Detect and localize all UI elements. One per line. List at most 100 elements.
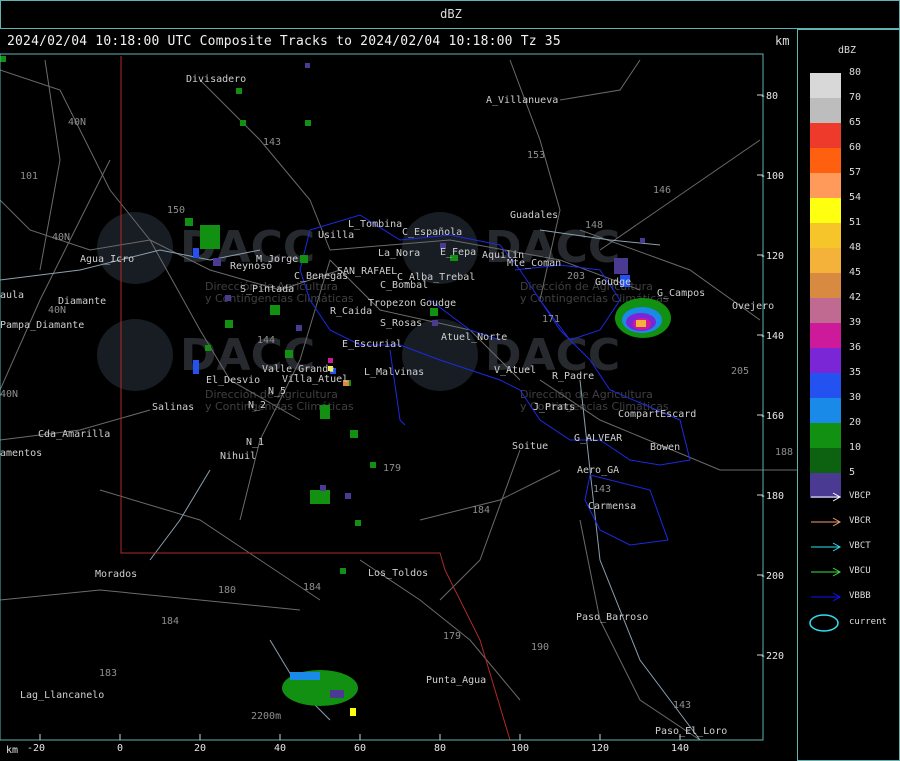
svg-text:Goudge: Goudge — [420, 298, 456, 309]
legend-level-label: 70 — [849, 92, 862, 103]
legend-level-label: 65 — [849, 117, 862, 128]
svg-text:2200m: 2200m — [251, 711, 281, 722]
svg-text:L_Tombina: L_Tombina — [348, 219, 402, 230]
svg-text:Goudge: Goudge — [595, 277, 631, 288]
svg-text:Lag_Llancanelo: Lag_Llancanelo — [20, 690, 104, 701]
legend-level-label: 10 — [849, 442, 862, 453]
radar-map[interactable]: DACC Dirección de Agricultura y Continge… — [0, 29, 798, 761]
svg-text:Salinas: Salinas — [152, 402, 194, 413]
legend-level-label: 36 — [849, 342, 862, 353]
track-arrow-icon — [811, 567, 842, 577]
svg-text:184: 184 — [303, 582, 321, 593]
y-tick-label: -180 — [760, 491, 784, 502]
x-tick-label: 20 — [194, 743, 206, 754]
svg-text:L_Malvinas: L_Malvinas — [364, 367, 424, 378]
y-tick-label: -220 — [760, 651, 784, 662]
x-tick-label: 40 — [274, 743, 286, 754]
svg-text:143: 143 — [673, 700, 691, 711]
legend-level-label: 35 — [849, 367, 862, 378]
svg-text:Mte_Coman: Mte_Coman — [507, 258, 561, 269]
svg-text:aula: aula — [0, 290, 24, 301]
svg-text:C_Bombal: C_Bombal — [380, 280, 428, 291]
svg-text:Bowen: Bowen — [650, 442, 680, 453]
svg-text:190: 190 — [531, 642, 549, 653]
legend-level-label: 39 — [849, 317, 862, 328]
legend-swatch — [810, 98, 841, 123]
y-tick-label: -120 — [760, 251, 784, 262]
legend-level-label: 30 — [849, 392, 862, 403]
svg-text:180: 180 — [218, 585, 236, 596]
svg-text:Pampa_Diamante: Pampa_Diamante — [0, 320, 84, 331]
legend-title: dBZ — [838, 45, 857, 56]
svg-text:205: 205 — [731, 366, 749, 377]
svg-text:Tropezon: Tropezon — [368, 298, 416, 309]
svg-text:179: 179 — [443, 631, 461, 642]
km-unit-label: km — [775, 34, 790, 48]
svg-text:Aero_GA: Aero_GA — [577, 465, 619, 476]
svg-text:144: 144 — [257, 335, 275, 346]
svg-text:R_Caida: R_Caida — [330, 306, 372, 317]
svg-text:143: 143 — [263, 137, 281, 148]
current-label: current — [849, 617, 887, 627]
y-tick-label: -160 — [760, 411, 784, 422]
svg-text:G_Campos: G_Campos — [657, 288, 705, 299]
x-tick-label: -20 — [27, 743, 45, 754]
svg-text:153: 153 — [527, 150, 545, 161]
track-label: VBCT — [849, 541, 871, 551]
svg-text:Ovejero: Ovejero — [732, 301, 774, 312]
svg-text:40N: 40N — [52, 232, 70, 243]
svg-text:J_Prats: J_Prats — [533, 402, 575, 413]
legend-swatch — [810, 173, 841, 198]
svg-text:40N: 40N — [68, 117, 86, 128]
legend-swatch — [810, 73, 841, 98]
legend-swatch — [810, 448, 841, 473]
window-title-bar: dBZ — [0, 0, 900, 29]
svg-text:Villa_Atuel: Villa_Atuel — [282, 374, 348, 385]
svg-text:A_Villanueva: A_Villanueva — [486, 95, 558, 106]
svg-text:179: 179 — [383, 463, 401, 474]
svg-text:S_Pintada: S_Pintada — [240, 284, 294, 295]
legend-swatch — [810, 273, 841, 298]
y-tick-label: -140 — [760, 331, 784, 342]
svg-text:CompartEscard: CompartEscard — [618, 409, 696, 420]
svg-text:184: 184 — [161, 616, 179, 627]
legend-level-label: 42 — [849, 292, 862, 303]
svg-text:143: 143 — [593, 484, 611, 495]
svg-text:Usilla: Usilla — [318, 230, 354, 241]
track-arrow-icon — [811, 492, 842, 502]
legend-level-label: 57 — [849, 167, 862, 178]
legend-level-label: 20 — [849, 417, 862, 428]
legend-swatch — [810, 248, 841, 273]
svg-text:N_2: N_2 — [248, 400, 266, 411]
current-cell-icon — [809, 614, 839, 632]
svg-text:40N: 40N — [0, 389, 18, 400]
svg-text:Diamante: Diamante — [58, 296, 106, 307]
svg-text:C_Española: C_Española — [402, 227, 462, 238]
svg-text:amentos: amentos — [0, 448, 42, 459]
svg-text:Agua_Icro: Agua_Icro — [80, 254, 134, 265]
track-label: VBCU — [849, 566, 871, 576]
svg-text:183: 183 — [99, 668, 117, 679]
svg-text:184: 184 — [472, 505, 490, 516]
svg-text:E_Escurial: E_Escurial — [342, 339, 402, 350]
legend-swatch — [810, 198, 841, 223]
svg-text:Paso_Barroso: Paso_Barroso — [576, 612, 648, 623]
y-tick-label: -100 — [760, 171, 784, 182]
legend-level-label: 48 — [849, 242, 862, 253]
legend-swatch — [810, 148, 841, 173]
svg-text:Punta_Agua: Punta_Agua — [426, 675, 486, 686]
svg-text:N_5: N_5 — [268, 386, 286, 397]
legend-level-label: 45 — [849, 267, 862, 278]
legend-swatch — [810, 298, 841, 323]
track-label: VBCP — [849, 491, 871, 501]
svg-text:188: 188 — [775, 447, 793, 458]
svg-text:101: 101 — [20, 171, 38, 182]
x-tick-label: 80 — [434, 743, 446, 754]
svg-text:R_Padre: R_Padre — [552, 371, 594, 382]
svg-text:Paso_El_Loro: Paso_El_Loro — [655, 726, 727, 737]
track-arrow-icon — [811, 592, 842, 602]
legend-swatch — [810, 223, 841, 248]
track-arrow-icon — [811, 517, 842, 527]
svg-text:148: 148 — [585, 220, 603, 231]
svg-text:V_Atuel: V_Atuel — [494, 365, 536, 376]
